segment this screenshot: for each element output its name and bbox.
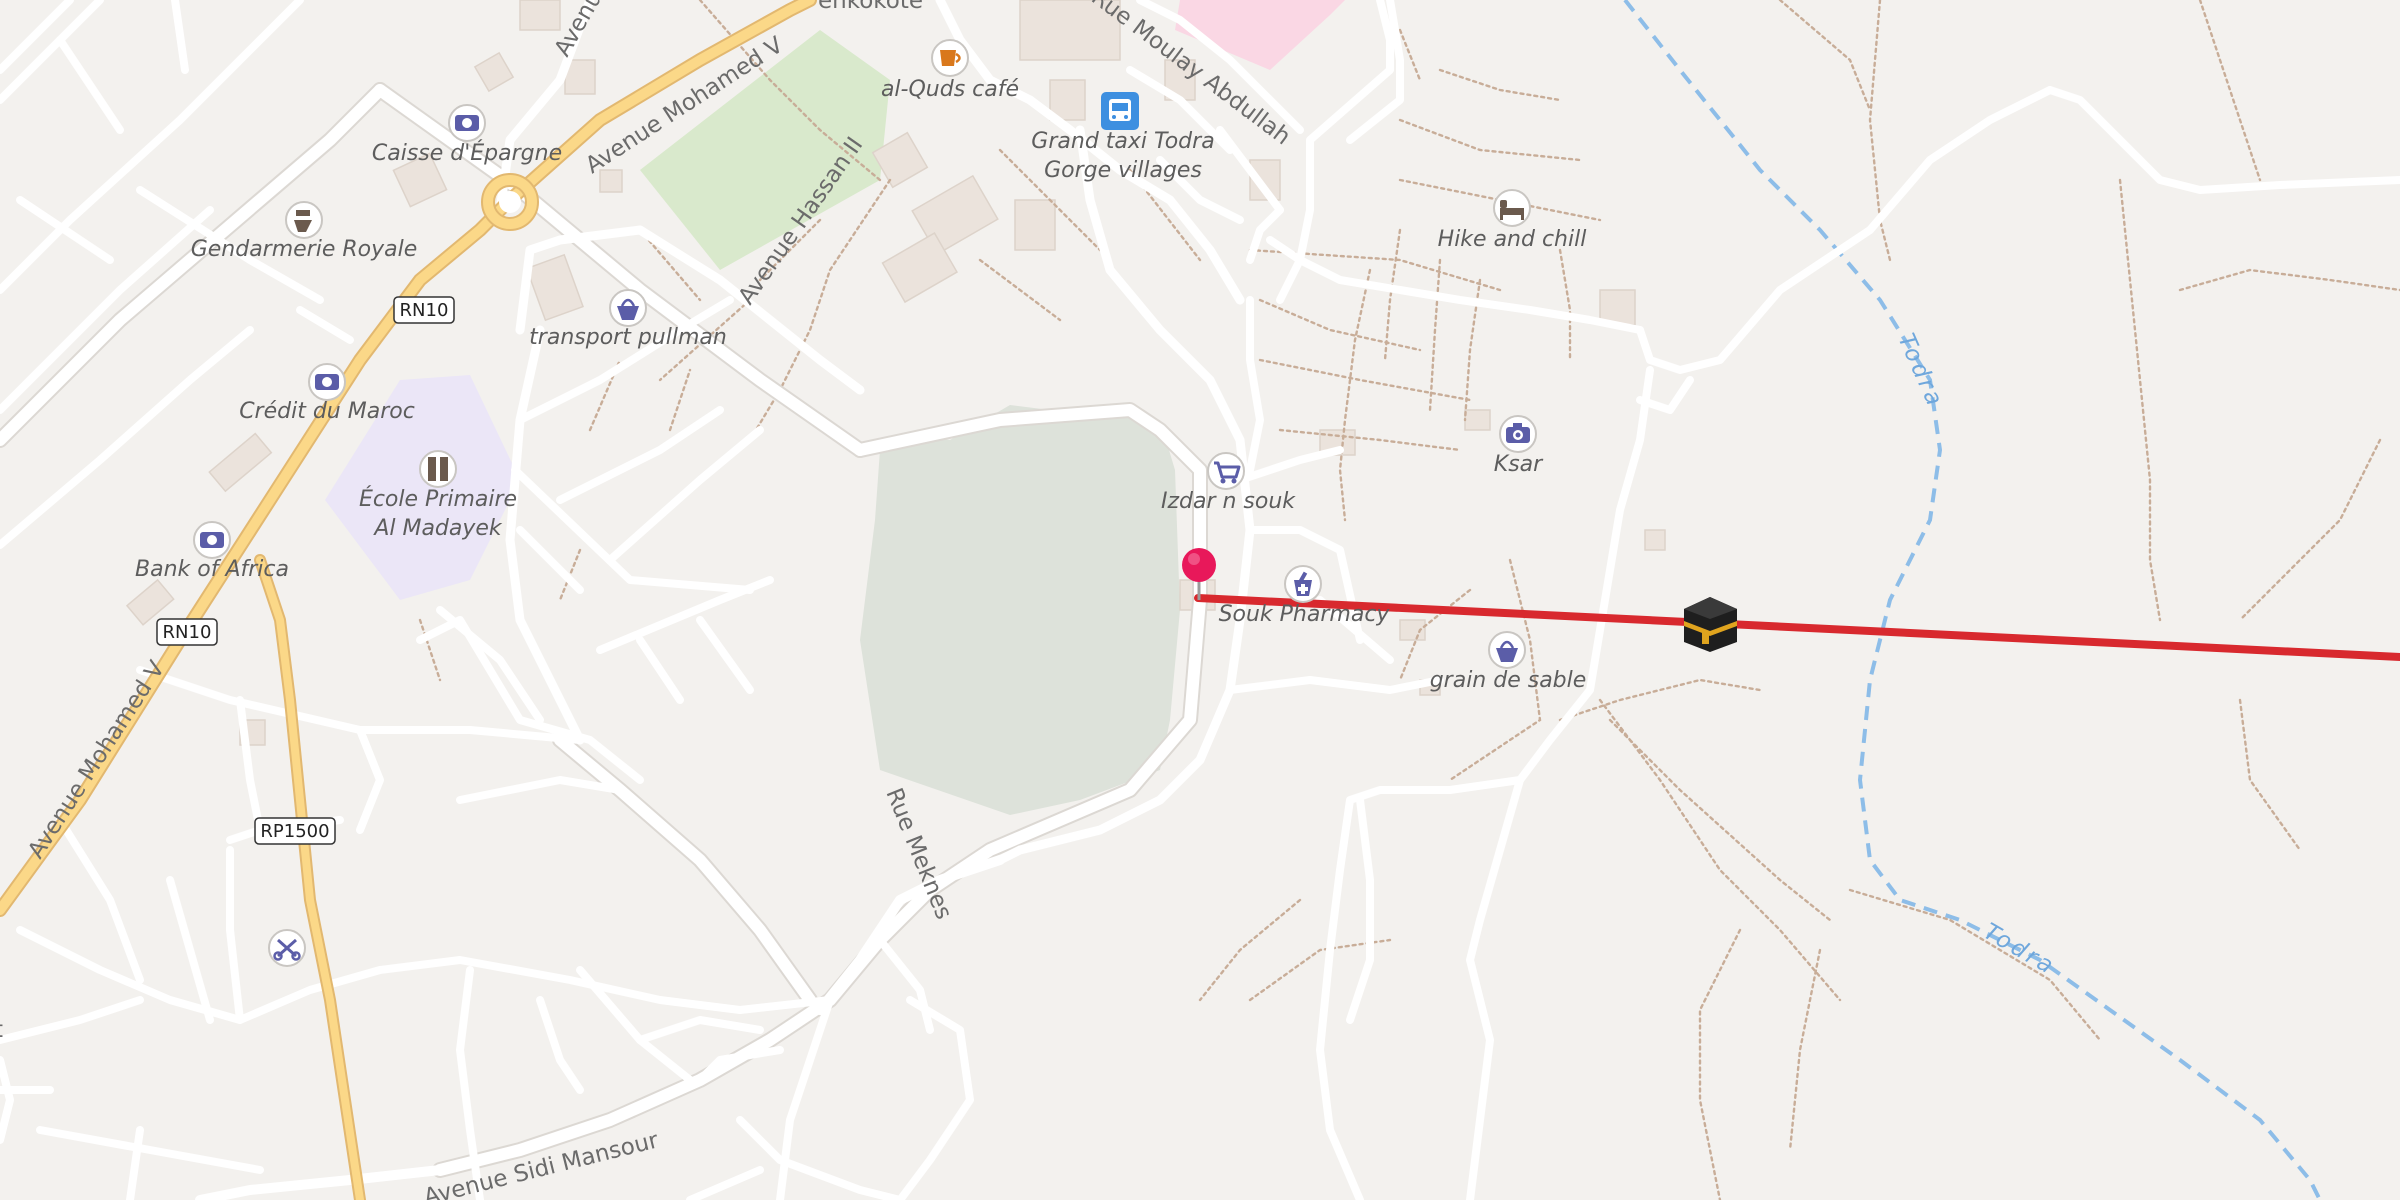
- poi-al-quds-cafe[interactable]: al-Quds café: [881, 39, 1019, 102]
- poi-ksar[interactable]: Ksar: [1494, 415, 1544, 477]
- svg-text:Bank of Africa: Bank of Africa: [135, 557, 289, 582]
- river-label-todra-2: Todra: [1979, 919, 2060, 981]
- kaaba-qibla-icon[interactable]: [1684, 597, 1737, 652]
- road-shield-rp1500: RP1500: [254, 817, 336, 845]
- street-label-partial-left: t: [0, 1017, 3, 1043]
- river-label-todra-1: Todra: [1893, 330, 1949, 412]
- bank-icon: [200, 532, 224, 548]
- svg-text:École Primaire: École Primaire: [359, 486, 517, 512]
- road-shield-rn10-lower: RN10: [156, 618, 218, 646]
- street-label-partial-top: enkokote: [818, 0, 923, 14]
- bank-icon: [455, 115, 479, 131]
- map-canvas[interactable]: Avenue Mohamed V Avenue Mohamed V Avenue…: [0, 0, 2400, 1200]
- street-label-avenue-mohamed-v-lower: Avenue Mohamed V: [23, 656, 170, 863]
- poi-hairdresser[interactable]: [268, 929, 306, 967]
- svg-text:Grand taxi Todra: Grand taxi Todra: [1031, 129, 1214, 154]
- bus-stop-icon: [1109, 99, 1131, 121]
- poi-credit-du-maroc[interactable]: Crédit du Maroc: [239, 363, 415, 424]
- cemetery-area: [860, 405, 1180, 815]
- svg-text:Crédit du Maroc: Crédit du Maroc: [239, 399, 415, 424]
- svg-text:Hike and chill: Hike and chill: [1438, 227, 1587, 252]
- poi-grain-de-sable[interactable]: grain de sable: [1430, 631, 1587, 693]
- svg-text:Souk Pharmacy: Souk Pharmacy: [1219, 602, 1391, 627]
- svg-text:RP1500: RP1500: [260, 821, 329, 842]
- poi-hike-and-chill[interactable]: Hike and chill: [1438, 189, 1587, 252]
- svg-text:Ksar: Ksar: [1494, 452, 1544, 477]
- svg-text:Gorge villages: Gorge villages: [1044, 158, 1202, 183]
- svg-text:Caisse d'Épargne: Caisse d'Épargne: [372, 140, 562, 166]
- todra-river: [1623, 0, 2322, 1200]
- svg-text:grain de sable: grain de sable: [1430, 668, 1587, 693]
- svg-text:Izdar n souk: Izdar n souk: [1161, 489, 1296, 514]
- svg-text:al-Quds café: al-Quds café: [881, 77, 1019, 102]
- poi-bank-of-africa[interactable]: Bank of Africa: [135, 521, 289, 582]
- svg-text:RN10: RN10: [400, 300, 449, 321]
- svg-text:transport pullman: transport pullman: [529, 325, 727, 350]
- road-shield-rn10-upper: RN10: [393, 296, 455, 324]
- bank-icon: [315, 374, 339, 390]
- svg-text:Gendarmerie Royale: Gendarmerie Royale: [191, 237, 418, 262]
- svg-text:Al Madayek: Al Madayek: [372, 516, 503, 541]
- svg-text:RN10: RN10: [163, 622, 212, 643]
